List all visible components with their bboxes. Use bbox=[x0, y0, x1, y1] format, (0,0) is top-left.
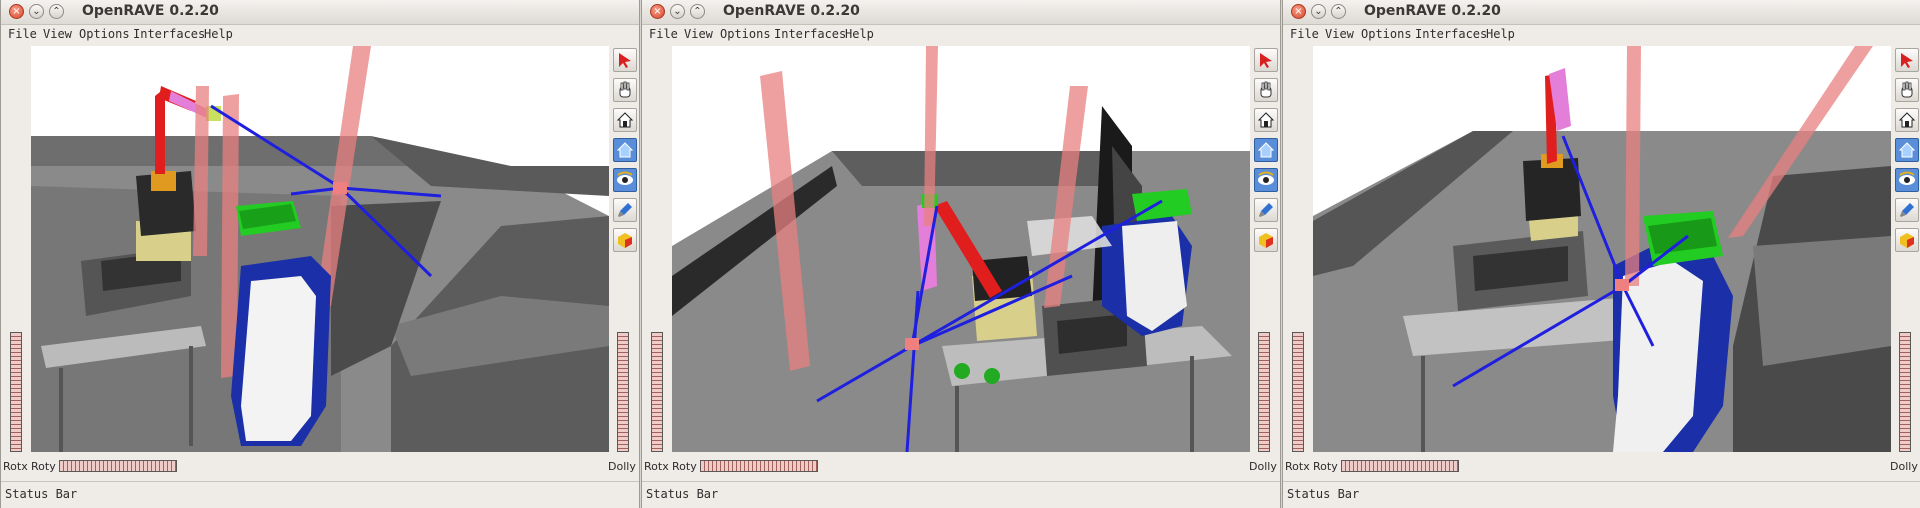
status-text: Status Bar bbox=[646, 487, 719, 501]
pan-hand-icon[interactable] bbox=[1254, 78, 1278, 102]
close-window-button[interactable]: × bbox=[650, 4, 665, 19]
3d-viewport[interactable] bbox=[31, 46, 609, 452]
menu-view[interactable]: View bbox=[43, 27, 72, 41]
menu-file[interactable]: File bbox=[8, 27, 37, 41]
3d-viewport[interactable] bbox=[672, 46, 1250, 452]
openrave-window-3: × ⌄ ⌃ OpenRAVE 0.2.20 File View Options … bbox=[1282, 0, 1920, 508]
camera-controls: Rotx Roty Dolly bbox=[1283, 458, 1920, 476]
menu-interfaces[interactable]: Interfaces bbox=[1415, 27, 1487, 41]
menu-bar: File View Options Interfaces Help bbox=[1283, 25, 1920, 45]
3d-viewport[interactable] bbox=[1313, 46, 1891, 452]
menu-options[interactable]: Options bbox=[1361, 27, 1412, 41]
roty-label: Roty bbox=[31, 460, 56, 473]
menu-interfaces[interactable]: Interfaces bbox=[774, 27, 846, 41]
collision-cube-icon[interactable] bbox=[1254, 228, 1278, 252]
menu-file[interactable]: File bbox=[649, 27, 678, 41]
menu-bar: File View Options Interfaces Help bbox=[1, 25, 639, 45]
camera-controls: Rotx Roty Dolly bbox=[1, 458, 639, 476]
view-toolbar bbox=[1254, 48, 1280, 258]
menu-help[interactable]: Help bbox=[845, 27, 874, 41]
openrave-window-2: × ⌄ ⌃ OpenRAVE 0.2.20 File View Options … bbox=[641, 0, 1281, 508]
dolly-label: Dolly bbox=[608, 460, 636, 473]
minimize-window-button[interactable]: ⌄ bbox=[670, 4, 685, 19]
title-bar[interactable]: × ⌄ ⌃ OpenRAVE 0.2.20 bbox=[1283, 0, 1920, 25]
view-eye-icon[interactable] bbox=[1254, 168, 1278, 192]
title-bar[interactable]: × ⌄ ⌃ OpenRAVE 0.2.20 bbox=[642, 0, 1280, 25]
dolly-label: Dolly bbox=[1249, 460, 1277, 473]
rotx-label: Rotx bbox=[1285, 460, 1310, 473]
openrave-window-1: × ⌄ ⌃ OpenRAVE 0.2.20 File View Options … bbox=[0, 0, 640, 508]
rotx-label: Rotx bbox=[3, 460, 28, 473]
light-icon[interactable] bbox=[1254, 198, 1278, 222]
minimize-window-button[interactable]: ⌄ bbox=[29, 4, 44, 19]
close-window-button[interactable]: × bbox=[9, 4, 24, 19]
status-bar: Status Bar bbox=[1283, 481, 1920, 506]
rotation-slider-left[interactable] bbox=[10, 332, 22, 452]
roty-slider[interactable] bbox=[700, 460, 818, 472]
maximize-window-button[interactable]: ⌃ bbox=[1331, 4, 1346, 19]
scene-render bbox=[1313, 46, 1891, 452]
home-reset-icon[interactable] bbox=[1254, 138, 1278, 162]
close-window-button[interactable]: × bbox=[1291, 4, 1306, 19]
menu-options[interactable]: Options bbox=[79, 27, 130, 41]
dolly-slider-vertical[interactable] bbox=[1258, 332, 1270, 452]
status-bar: Status Bar bbox=[642, 481, 1280, 506]
select-arrow-icon[interactable] bbox=[613, 48, 637, 72]
menu-help[interactable]: Help bbox=[1486, 27, 1515, 41]
select-arrow-icon[interactable] bbox=[1254, 48, 1278, 72]
pan-hand-icon[interactable] bbox=[613, 78, 637, 102]
window-title: OpenRAVE 0.2.20 bbox=[82, 3, 219, 19]
maximize-window-button[interactable]: ⌃ bbox=[690, 4, 705, 19]
home-reset-icon[interactable] bbox=[1895, 138, 1919, 162]
view-eye-icon[interactable] bbox=[613, 168, 637, 192]
menu-view[interactable]: View bbox=[684, 27, 713, 41]
menu-file[interactable]: File bbox=[1290, 27, 1319, 41]
light-icon[interactable] bbox=[613, 198, 637, 222]
roty-label: Roty bbox=[672, 460, 697, 473]
select-arrow-icon[interactable] bbox=[1895, 48, 1919, 72]
dolly-slider-vertical[interactable] bbox=[617, 332, 629, 452]
roty-label: Roty bbox=[1313, 460, 1338, 473]
menu-interfaces[interactable]: Interfaces bbox=[133, 27, 205, 41]
status-bar: Status Bar bbox=[1, 481, 639, 506]
scene-render bbox=[31, 46, 609, 452]
roty-slider[interactable] bbox=[1341, 460, 1459, 472]
roty-slider[interactable] bbox=[59, 460, 177, 472]
maximize-window-button[interactable]: ⌃ bbox=[49, 4, 64, 19]
menu-options[interactable]: Options bbox=[720, 27, 771, 41]
menu-help[interactable]: Help bbox=[204, 27, 233, 41]
home-reset-icon[interactable] bbox=[613, 138, 637, 162]
view-toolbar bbox=[613, 48, 639, 258]
view-eye-icon[interactable] bbox=[1895, 168, 1919, 192]
status-text: Status Bar bbox=[5, 487, 78, 501]
light-icon[interactable] bbox=[1895, 198, 1919, 222]
pan-hand-icon[interactable] bbox=[1895, 78, 1919, 102]
menu-bar: File View Options Interfaces Help bbox=[642, 25, 1280, 45]
window-title: OpenRAVE 0.2.20 bbox=[1364, 3, 1501, 19]
rotation-slider-left[interactable] bbox=[651, 332, 663, 452]
rotation-slider-left[interactable] bbox=[1292, 332, 1304, 452]
minimize-window-button[interactable]: ⌄ bbox=[1311, 4, 1326, 19]
home-view-icon[interactable] bbox=[1254, 108, 1278, 132]
rotx-label: Rotx bbox=[644, 460, 669, 473]
collision-cube-icon[interactable] bbox=[1895, 228, 1919, 252]
camera-controls: Rotx Roty Dolly bbox=[642, 458, 1280, 476]
window-title: OpenRAVE 0.2.20 bbox=[723, 3, 860, 19]
menu-view[interactable]: View bbox=[1325, 27, 1354, 41]
scene-render bbox=[672, 46, 1250, 452]
status-text: Status Bar bbox=[1287, 487, 1360, 501]
title-bar[interactable]: × ⌄ ⌃ OpenRAVE 0.2.20 bbox=[1, 0, 639, 25]
home-view-icon[interactable] bbox=[613, 108, 637, 132]
collision-cube-icon[interactable] bbox=[613, 228, 637, 252]
dolly-label: Dolly bbox=[1890, 460, 1918, 473]
view-toolbar bbox=[1895, 48, 1920, 258]
home-view-icon[interactable] bbox=[1895, 108, 1919, 132]
dolly-slider-vertical[interactable] bbox=[1899, 332, 1911, 452]
